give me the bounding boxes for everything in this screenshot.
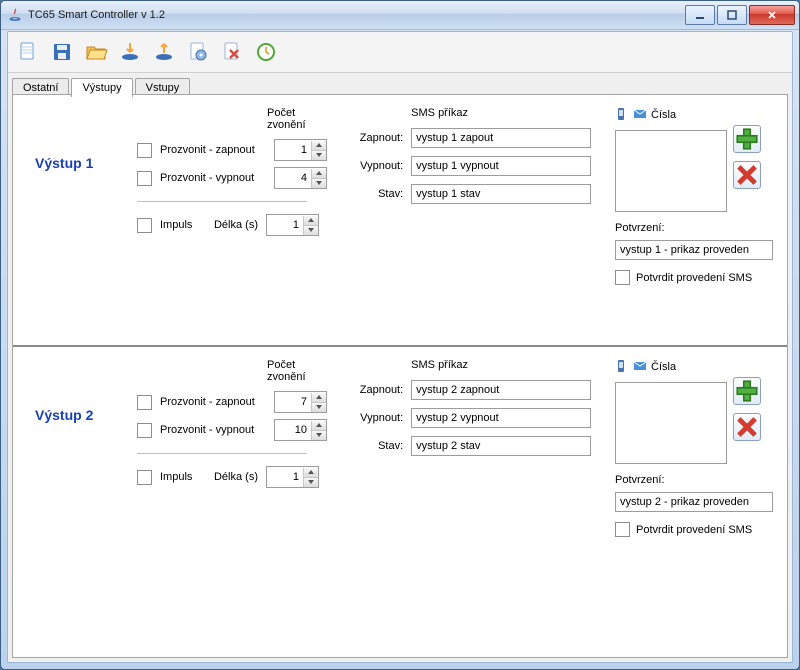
java-icon [7,7,23,23]
impulse-label: Impuls [160,219,200,231]
impulse-len-spinner-1[interactable] [266,214,319,236]
envelope-icon [633,359,647,376]
clock-button[interactable] [250,36,282,68]
length-label: Délka (s) [208,471,258,483]
confirm-sms-checkbox-1[interactable] [615,270,630,285]
ring-on-spinner-1[interactable] [274,139,327,161]
ring-off-spinner-2[interactable] [274,419,327,441]
sms-header: SMS příkaz [411,107,597,119]
sms-state-label: Stav: [347,188,403,200]
numbers-header: Čísla [651,361,676,373]
ring-off-checkbox-1[interactable] [137,171,152,186]
settings-button[interactable] [182,36,214,68]
ring-on-checkbox-2[interactable] [137,395,152,410]
sms-off-input-2[interactable] [411,408,591,428]
impulse-checkbox-1[interactable] [137,218,152,233]
close-button[interactable] [749,5,795,25]
delete-config-button[interactable] [216,36,248,68]
window-title: TC65 Smart Controller v 1.2 [28,9,685,21]
app-window: TC65 Smart Controller v 1.2 Ostatní Výst… [0,0,800,670]
sms-header: SMS příkaz [411,359,597,371]
sms-off-label: Vypnout: [347,160,403,172]
numbers-list-2[interactable] [615,382,727,464]
save-button[interactable] [46,36,78,68]
tab-panel-vystupy: Výstup 1 Počet zvonění Prozvonit - zapno… [12,94,788,658]
sms-on-input-1[interactable] [411,128,591,148]
phone-icon [615,107,629,124]
remove-number-button-1[interactable] [733,161,761,189]
impulse-len-spinner-2[interactable] [266,466,319,488]
ring-on-label: Prozvonit - zapnout [160,396,266,408]
ring-on-spinner-2[interactable] [274,391,327,413]
minimize-button[interactable] [685,5,715,25]
ring-off-spinner-1[interactable] [274,167,327,189]
phone-icon [615,359,629,376]
ring-off-label: Prozvonit - vypnout [160,424,266,436]
confirm-input-2[interactable] [615,492,773,512]
confirm-sms-checkbox-2[interactable] [615,522,630,537]
toolbar [8,32,792,73]
confirm-sms-label: Potvrdit provedení SMS [636,524,752,536]
confirm-sms-label: Potvrdit provedení SMS [636,272,752,284]
ring-off-label: Prozvonit - vypnout [160,172,266,184]
separator [137,201,307,202]
sms-state-input-1[interactable] [411,184,591,204]
length-label: Délka (s) [208,219,258,231]
open-button[interactable] [80,36,112,68]
sms-on-input-2[interactable] [411,380,591,400]
download-config-button[interactable] [114,36,146,68]
separator [137,453,307,454]
ring-off-checkbox-2[interactable] [137,423,152,438]
envelope-icon [633,107,647,124]
output-1-block: Výstup 1 Počet zvonění Prozvonit - zapno… [13,95,787,347]
confirm-input-1[interactable] [615,240,773,260]
upload-config-button[interactable] [148,36,180,68]
confirm-label: Potvrzení: [615,474,773,486]
add-number-button-2[interactable] [733,377,761,405]
output-2-title: Výstup 2 [35,407,93,423]
titlebar[interactable]: TC65 Smart Controller v 1.2 [1,1,799,30]
sms-state-label: Stav: [347,440,403,452]
sms-on-label: Zapnout: [347,132,403,144]
ring-header: Počet zvonění [267,107,329,131]
confirm-label: Potvrzení: [615,222,773,234]
sms-off-input-1[interactable] [411,156,591,176]
numbers-list-1[interactable] [615,130,727,212]
client-area: Ostatní Výstupy Vstupy Výstup 1 Počet zv… [7,31,793,663]
impulse-checkbox-2[interactable] [137,470,152,485]
sms-on-label: Zapnout: [347,384,403,396]
ring-header: Počet zvonění [267,359,329,383]
tab-vystupy[interactable]: Výstupy [71,78,132,97]
ring-on-checkbox-1[interactable] [137,143,152,158]
output-2-block: Výstup 2 Počet zvonění Prozvonit - zapno… [13,347,787,597]
tab-bar: Ostatní Výstupy Vstupy [8,73,792,96]
new-button[interactable] [12,36,44,68]
sms-state-input-2[interactable] [411,436,591,456]
maximize-button[interactable] [717,5,747,25]
numbers-header: Čísla [651,109,676,121]
sms-off-label: Vypnout: [347,412,403,424]
impulse-label: Impuls [160,471,200,483]
remove-number-button-2[interactable] [733,413,761,441]
output-1-title: Výstup 1 [35,155,93,171]
ring-on-label: Prozvonit - zapnout [160,144,266,156]
add-number-button-1[interactable] [733,125,761,153]
